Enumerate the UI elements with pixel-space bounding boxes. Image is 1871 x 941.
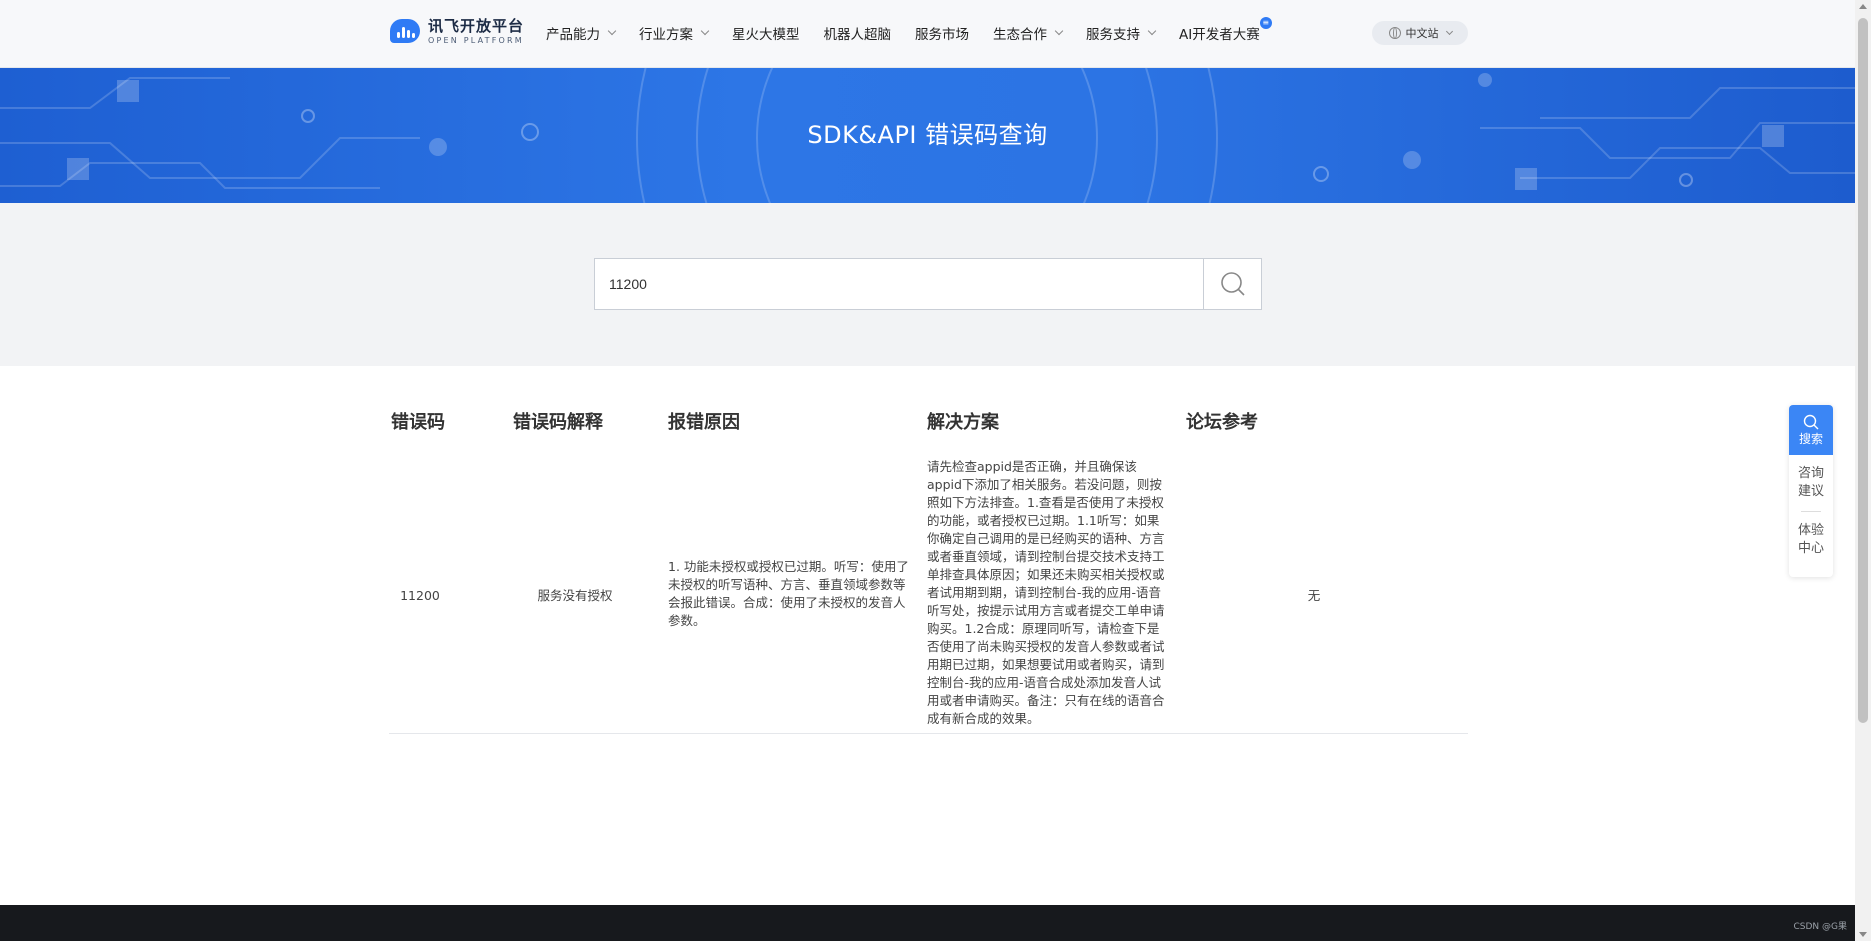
- cell-reason: 1. 功能未授权或授权已过期。听写：使用了未授权的听写语种、方言、垂直领域参数等…: [668, 559, 909, 628]
- language-label: 中文站: [1405, 27, 1439, 40]
- main-nav: 产品能力 行业方案 星火大模型 机器人超脑 服务市场 生态合作 服务支持 AI开…: [546, 0, 1284, 66]
- chevron-down-icon: [1147, 26, 1157, 36]
- col-header-explain: 错误码解释: [513, 412, 603, 433]
- side-search-button[interactable]: 搜索: [1789, 405, 1833, 455]
- logo-subtitle: OPEN PLATFORM: [428, 36, 524, 45]
- error-code-search-input[interactable]: [595, 259, 1203, 309]
- new-badge-icon: ≡: [1259, 17, 1272, 29]
- side-experience-label: 体验: [1797, 523, 1824, 538]
- col-header-solution: 解决方案: [927, 412, 999, 433]
- nav-label: AI开发者大赛: [1179, 27, 1260, 43]
- globe-icon: [1388, 27, 1401, 39]
- nav-label: 服务市场: [915, 27, 969, 43]
- nav-item-market[interactable]: 服务市场: [915, 23, 969, 43]
- watermark-text: CSDN @G果: [1793, 922, 1848, 932]
- chevron-down-icon: [1445, 27, 1453, 36]
- scroll-up-arrow-icon[interactable]: [1859, 4, 1867, 9]
- footer: CSDN @G果: [0, 905, 1855, 941]
- nav-item-industry[interactable]: 行业方案: [639, 23, 710, 43]
- side-experience-label: 中心: [1797, 541, 1824, 556]
- nav-label: 星火大模型: [732, 27, 800, 43]
- nav-label: 生态合作: [993, 27, 1047, 43]
- language-switcher[interactable]: 中文站: [1372, 21, 1468, 45]
- logo-title: 讯飞开放平台: [428, 17, 525, 35]
- side-float-toolbar: 搜索 咨询 建议 体验 中心: [1789, 405, 1833, 577]
- nav-item-ai-contest[interactable]: AI开发者大赛 ≡: [1179, 17, 1272, 43]
- platform-logo[interactable]: 讯飞开放平台 OPEN PLATFORM: [390, 17, 524, 47]
- nav-label: 行业方案: [639, 27, 693, 43]
- chevron-down-icon: [700, 26, 710, 36]
- hero-banner: SDK&API 错误码查询: [0, 68, 1855, 203]
- nav-item-products[interactable]: 产品能力: [546, 23, 617, 43]
- search-icon: [1220, 272, 1245, 296]
- cell-code: 11200: [389, 458, 451, 734]
- logo-bubble-icon: [390, 17, 422, 47]
- search-button[interactable]: [1203, 259, 1261, 309]
- chevron-down-icon: [607, 26, 617, 36]
- nav-item-robot-brain[interactable]: 机器人超脑: [824, 23, 892, 43]
- cell-explain: 服务没有授权: [513, 458, 637, 734]
- explain-value: 服务没有授权: [537, 588, 613, 603]
- nav-label: 服务支持: [1086, 27, 1140, 43]
- chevron-down-icon: [1054, 26, 1064, 36]
- table-header: 错误码 错误码解释 报错原因 解决方案 论坛参考: [389, 400, 1468, 442]
- col-header-reason: 报错原因: [668, 412, 740, 433]
- code-value: 11200: [400, 588, 440, 603]
- col-header-code: 错误码: [391, 412, 445, 433]
- cell-forum: 无: [1299, 458, 1329, 734]
- error-code-table: 错误码 错误码解释 报错原因 解决方案 论坛参考 11200 服务没有授权 1.…: [389, 400, 1468, 734]
- divider: [1801, 511, 1821, 512]
- nav-item-support[interactable]: 服务支持: [1086, 23, 1157, 43]
- side-search-label: 搜索: [1798, 431, 1823, 446]
- forum-value: 无: [1307, 588, 1321, 603]
- search-box: [594, 258, 1262, 310]
- search-section: [0, 203, 1855, 366]
- col-header-forum: 论坛参考: [1186, 412, 1258, 433]
- side-consult-label: 咨询: [1797, 466, 1824, 481]
- search-icon: [1803, 414, 1819, 429]
- nav-item-spark-model[interactable]: 星火大模型: [732, 23, 800, 43]
- page-title: SDK&API 错误码查询: [807, 121, 1048, 149]
- side-consult-button[interactable]: 咨询 建议: [1789, 465, 1833, 501]
- side-experience-button[interactable]: 体验 中心: [1789, 522, 1833, 558]
- vertical-scrollbar[interactable]: [1855, 0, 1871, 941]
- scroll-thumb[interactable]: [1858, 18, 1868, 723]
- scroll-down-arrow-icon[interactable]: [1859, 932, 1867, 937]
- table-row: 11200 服务没有授权 1. 功能未授权或授权已过期。听写：使用了未授权的听写…: [389, 458, 1468, 734]
- side-consult-label: 建议: [1797, 484, 1824, 499]
- cell-solution: 请先检查appid是否正确，并且确保该appid下添加了相关服务。若没问题，则按…: [927, 459, 1165, 726]
- nav-item-ecosystem[interactable]: 生态合作: [993, 23, 1064, 43]
- nav-label: 产品能力: [546, 27, 600, 43]
- top-nav-bar: 讯飞开放平台 OPEN PLATFORM 产品能力 行业方案 星火大模型 机器人…: [0, 0, 1855, 68]
- nav-label: 机器人超脑: [823, 27, 892, 43]
